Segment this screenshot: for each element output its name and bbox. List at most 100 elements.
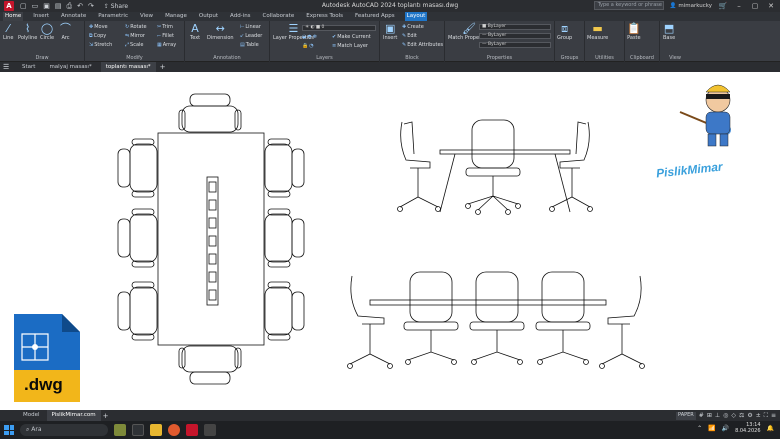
layer-dropdown[interactable]: ☀ ◐ ■ 0 — [302, 25, 376, 31]
cart-icon[interactable]: 🛒 — [718, 2, 728, 10]
fillet-button[interactable]: ⌐Fillet — [157, 33, 174, 39]
widgets-icon[interactable] — [114, 424, 126, 436]
ortho-icon[interactable]: ⊥ — [715, 412, 720, 420]
fullscreen-icon[interactable]: ⛶ — [764, 412, 768, 420]
panel-utilities: ▬ Measure Utilities — [585, 21, 625, 62]
save-icon[interactable]: ▣ — [43, 2, 50, 11]
customize-menu-icon[interactable]: ≡ — [771, 412, 776, 420]
panel-title-layers: Layers — [316, 55, 333, 61]
snap-icon[interactable]: ⊞ — [707, 412, 712, 420]
stretch-button[interactable]: ⇲Stretch — [89, 42, 112, 48]
lineweight-dropdown[interactable]: — ByLayer — [479, 42, 551, 48]
layout-tab-pislikmimar[interactable]: PislikMimar.com — [46, 410, 101, 421]
doc-tab-1[interactable]: malyaj masası* — [44, 62, 96, 72]
tray-chevron-icon[interactable]: ⌃ — [697, 425, 702, 432]
layer-tools-row2[interactable]: 🔒◔ — [302, 43, 315, 49]
share-button[interactable]: ⇪ Share — [104, 3, 128, 10]
mirror-button[interactable]: ⇋Mirror — [125, 33, 145, 39]
task-view-icon[interactable] — [132, 424, 144, 436]
windows-start-icon[interactable] — [4, 425, 14, 435]
group-button[interactable]: ⧈ Group — [557, 23, 572, 42]
plus-minus-icon[interactable]: ± — [756, 412, 761, 420]
layout-tab-model[interactable]: Model — [18, 410, 45, 421]
tab-insert[interactable]: Insert — [31, 12, 51, 21]
measure-button[interactable]: ▬ Measure — [587, 23, 608, 42]
scale-button[interactable]: ⤢Scale — [125, 42, 143, 48]
dimension-button[interactable]: ↔ Dimension — [207, 23, 234, 42]
base-button[interactable]: ⬒ Base — [663, 23, 675, 42]
redo-icon[interactable]: ↷ — [88, 2, 94, 11]
doc-tab-2[interactable]: toplantı masası* — [100, 62, 156, 72]
file-explorer-icon[interactable] — [150, 424, 162, 436]
mirror-icon: ⇋ — [125, 33, 130, 39]
tab-add-ins[interactable]: Add-ins — [228, 12, 253, 21]
tab-parametric[interactable]: Parametric — [96, 12, 130, 21]
chrome-icon[interactable] — [168, 424, 180, 436]
app-taskbar-icon[interactable] — [204, 424, 216, 436]
table-button[interactable]: ▤Table — [240, 42, 259, 48]
autocad-taskbar-icon[interactable] — [186, 424, 198, 436]
move-button[interactable]: ✥Move — [89, 24, 108, 30]
notifications-icon[interactable]: 🔔 — [767, 425, 774, 432]
maximize-icon[interactable]: ▢ — [750, 2, 760, 10]
close-icon[interactable]: ✕ — [766, 2, 776, 10]
make-current-button[interactable]: ✔Make Current — [332, 34, 371, 40]
tab-express-tools[interactable]: Express Tools — [304, 12, 345, 21]
tab-view[interactable]: View — [138, 12, 155, 21]
undo-icon[interactable]: ↶ — [77, 2, 83, 11]
tab-manage[interactable]: Manage — [163, 12, 189, 21]
workspace-gear-icon[interactable]: ⚙ — [747, 412, 752, 420]
panel-layers: ☰ Layer Properties ☀ ◐ ■ 0 ✔Make Current … — [270, 21, 380, 62]
edit-button[interactable]: ✎Edit — [402, 33, 417, 39]
taskbar-search-input[interactable]: ⌕ Ara — [20, 424, 108, 436]
tab-output[interactable]: Output — [197, 12, 220, 21]
polyline-button[interactable]: ⌇ Polyline — [18, 23, 37, 42]
add-layout-icon[interactable]: + — [103, 412, 109, 420]
move-icon: ✥ — [89, 24, 94, 30]
tab-featured-apps[interactable]: Featured Apps — [353, 12, 397, 21]
create-button[interactable]: ✚Create — [402, 24, 424, 30]
leader-button[interactable]: ↙Leader — [240, 33, 262, 39]
color-dropdown[interactable]: ■ ByLayer — [479, 24, 551, 30]
arc-button[interactable]: ⌒ Arc — [60, 23, 71, 42]
menu-icon[interactable]: ☰ — [3, 63, 13, 71]
ribbon: ⁄ Line ⌇ Polyline ◯ Circle ⌒ Arc Draw ✥Move … — [0, 21, 780, 62]
paste-button[interactable]: 📋 Paste — [627, 23, 641, 42]
new-file-icon[interactable]: ▢ — [20, 2, 27, 11]
annotation-scale-icon[interactable]: ⚖ — [739, 412, 744, 420]
paper-space-toggle[interactable]: PAPER — [676, 412, 696, 420]
polar-icon[interactable]: ◎ — [723, 412, 728, 420]
copy-button[interactable]: ⧉Copy — [89, 33, 106, 39]
array-button[interactable]: ▦Array — [157, 42, 176, 48]
osnap-icon[interactable]: ◇ — [731, 412, 736, 420]
new-tab-icon[interactable]: + — [160, 63, 166, 71]
insert-button[interactable]: ▣ Insert — [383, 23, 397, 42]
save-as-icon[interactable]: ▤ — [55, 2, 62, 11]
tab-layout[interactable]: Layout — [404, 12, 428, 21]
circle-button[interactable]: ◯ Circle — [40, 23, 54, 42]
taskbar-clock[interactable]: 13:14 8.04.2026 — [735, 422, 760, 434]
linear-button[interactable]: ⊢Linear — [240, 24, 261, 30]
user-account[interactable]: 👤 mimarkucky — [670, 3, 712, 9]
plot-icon[interactable]: ⎙ — [67, 2, 73, 11]
edit-attributes-button[interactable]: ✎Edit Attributes — [402, 42, 443, 48]
volume-icon[interactable]: 🔊 — [722, 425, 729, 432]
text-button[interactable]: A Text — [190, 23, 200, 42]
line-button[interactable]: ⁄ Line — [3, 23, 13, 42]
doc-tab-start[interactable]: Start — [17, 62, 40, 72]
grid-icon[interactable]: # — [699, 412, 704, 420]
rotate-button[interactable]: ↻Rotate — [125, 24, 147, 30]
open-file-icon[interactable]: ▭ — [32, 2, 39, 11]
tab-collaborate[interactable]: Collaborate — [261, 12, 297, 21]
linetype-dropdown[interactable]: — ByLayer — [479, 33, 551, 39]
tab-home[interactable]: Home — [3, 12, 24, 21]
minimize-icon[interactable]: – — [734, 2, 744, 10]
trim-button[interactable]: ✂Trim — [157, 24, 173, 30]
autocad-logo[interactable]: A — [4, 1, 14, 11]
wifi-icon[interactable]: 📶 — [708, 425, 715, 432]
layer-tools-row1[interactable]: ◒◓❄ — [302, 34, 318, 40]
keyword-search-input[interactable]: Type a keyword or phrase — [593, 1, 664, 10]
drawing-canvas[interactable]: .dwg PislikMimar — [0, 72, 780, 410]
match-layer-button[interactable]: ≡Match Layer — [332, 43, 368, 49]
tab-annotate[interactable]: Annotate — [59, 12, 88, 21]
